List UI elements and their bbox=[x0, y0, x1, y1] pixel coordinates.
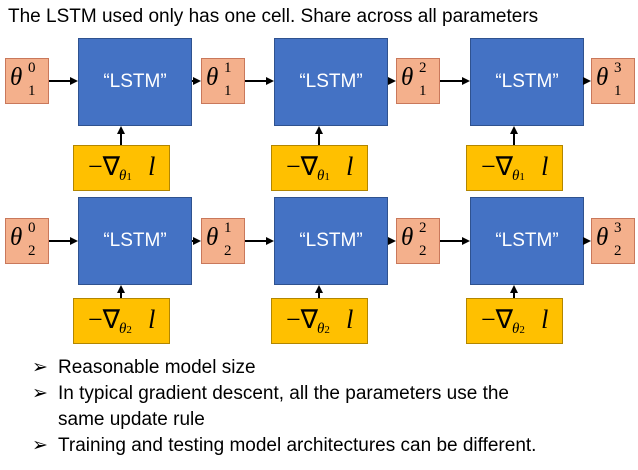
bullet-item: ➢ In typical gradient descent, all the p… bbox=[32, 381, 536, 433]
bullet-text-continued: same update rule bbox=[58, 409, 205, 430]
bullet-text: Training and testing model architectures… bbox=[58, 435, 537, 456]
arrow-bullet-icon: ➢ bbox=[32, 357, 48, 378]
bullet-item: ➢ Training and testing model architectur… bbox=[32, 433, 536, 459]
bullet-item: ➢ Reasonable model size bbox=[32, 355, 536, 381]
arrow-bullet-icon: ➢ bbox=[32, 383, 48, 404]
bullet-list: ➢ Reasonable model size ➢ In typical gra… bbox=[32, 355, 536, 459]
bullet-text: In typical gradient descent, all the par… bbox=[58, 383, 509, 404]
bullet-text: Reasonable model size bbox=[58, 357, 256, 378]
arrow-bullet-icon: ➢ bbox=[32, 435, 48, 456]
